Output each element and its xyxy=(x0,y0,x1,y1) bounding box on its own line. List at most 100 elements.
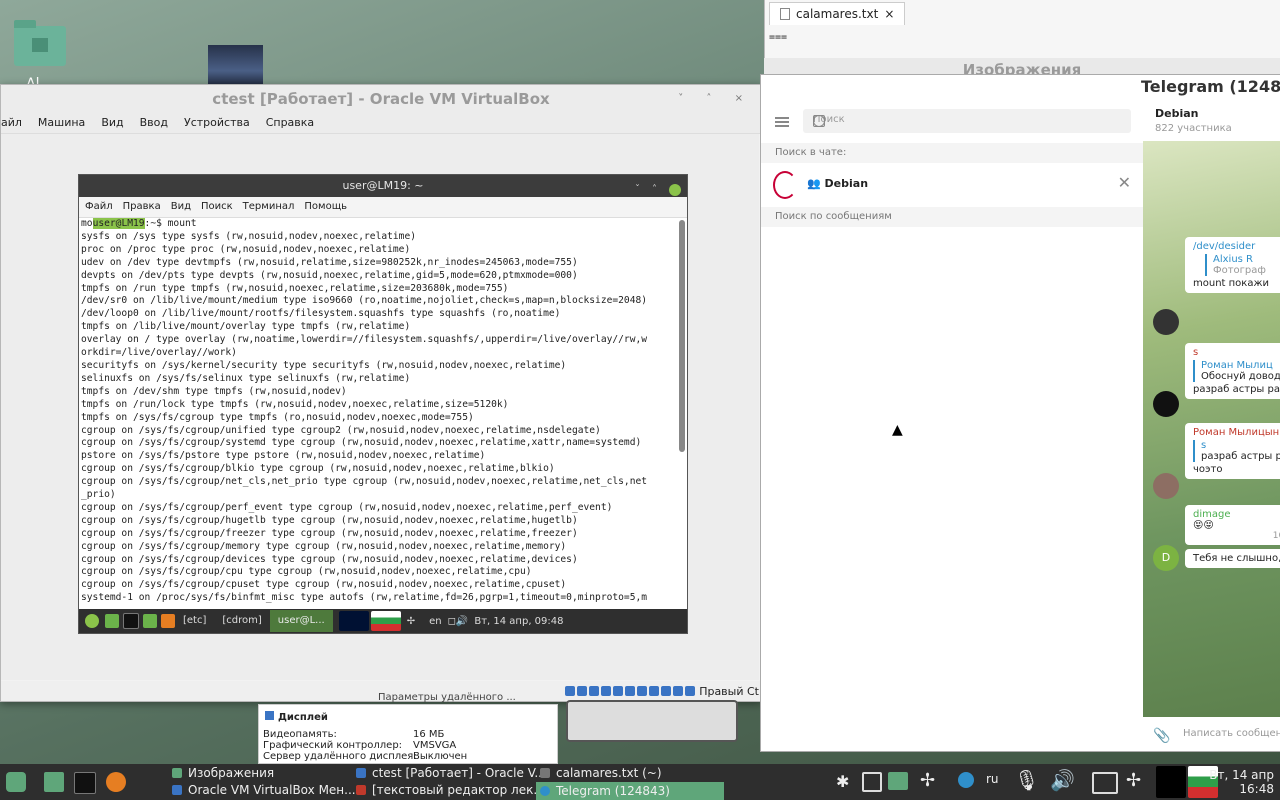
files-icon[interactable] xyxy=(888,772,908,790)
virtualbox-icon xyxy=(356,768,366,778)
network-icon[interactable]: ✢ xyxy=(407,616,415,627)
task-vbox-manager[interactable]: Oracle VM VirtualBox Мен... xyxy=(172,783,356,797)
message-bubble[interactable]: Тебя не слышно, xyxy=(1185,549,1280,568)
menu-machine[interactable]: Машина xyxy=(38,113,85,133)
guest-task-terminal[interactable]: user@L... xyxy=(269,610,333,632)
message-text: mount покажи xyxy=(1193,278,1269,289)
document-icon xyxy=(780,8,790,20)
folder-icon[interactable] xyxy=(44,772,64,792)
menu-input[interactable]: Ввод xyxy=(140,113,168,133)
menu-view[interactable]: Вид xyxy=(171,197,191,217)
cpu-graph-icon xyxy=(338,611,369,631)
close-icon[interactable]: × xyxy=(884,3,894,25)
network-icon[interactable] xyxy=(601,686,612,696)
terminal-output[interactable]: mouser@LM19:~$ mount sysfs on /sys type … xyxy=(79,218,679,608)
avatar[interactable] xyxy=(1153,473,1179,499)
hdd-icon[interactable] xyxy=(565,686,576,696)
terminal-line: /dev/sr0 on /lib/live/mount/medium type … xyxy=(81,295,648,307)
mint-menu-icon[interactable] xyxy=(85,614,99,628)
display-icon[interactable] xyxy=(637,686,648,696)
chat-header[interactable]: Debian 822 участника xyxy=(1143,99,1280,141)
task-images[interactable]: Изображения xyxy=(172,766,274,780)
shared-folder-icon[interactable] xyxy=(625,686,636,696)
terminal-icon[interactable] xyxy=(74,772,96,794)
info-value: VMSVGA xyxy=(413,740,457,751)
task-vbox-vm[interactable]: ctest [Работает] - Oracle V... xyxy=(356,766,546,780)
cpu-icon[interactable] xyxy=(661,686,672,696)
hamburger-menu-icon[interactable] xyxy=(775,115,789,129)
close-icon[interactable] xyxy=(669,184,681,196)
task-telegram[interactable]: Telegram (124843) xyxy=(536,782,724,800)
close-icon[interactable]: ✕ xyxy=(1118,173,1131,192)
desktop-image-icon[interactable] xyxy=(208,45,263,88)
message-bubble[interactable]: /dev/desider Alxius R Фотограф mount пока… xyxy=(1185,237,1280,293)
terminal-line: tmpfs on /dev/shm type tmpfs (rw,nosuid,… xyxy=(81,385,347,397)
message-bubble[interactable]: dimage 😝😝 16:1 xyxy=(1185,505,1280,545)
mouse-integration-icon[interactable] xyxy=(673,686,684,696)
mouse-cursor-icon: ▲ xyxy=(892,422,903,438)
terminal-icon[interactable] xyxy=(123,613,139,629)
keyboard-layout[interactable]: en xyxy=(429,616,442,627)
usb-icon[interactable] xyxy=(613,686,624,696)
reply-quote[interactable]: Alxius R Фотограф xyxy=(1205,254,1280,276)
menu-search[interactable]: Поиск xyxy=(201,197,233,217)
microphone-icon[interactable]: 🎙 xyxy=(1014,768,1039,792)
reply-quote[interactable]: s разраб астры ра xyxy=(1193,440,1280,462)
avatar[interactable] xyxy=(1153,391,1179,417)
mint-menu-icon[interactable] xyxy=(6,772,26,792)
telegram-window: Telegram (12484 Поиск Поиск в чате: 👥 De… xyxy=(760,74,1280,752)
menu-file[interactable]: айл xyxy=(1,113,22,133)
search-input[interactable]: Поиск xyxy=(803,109,1131,133)
terminal-scrollbar[interactable] xyxy=(679,220,685,452)
menu-devices[interactable]: Устройства xyxy=(184,113,250,133)
message-bubble[interactable]: Роман Мылицын s разраб астры ра чоэто xyxy=(1185,423,1280,479)
files-icon[interactable] xyxy=(143,614,157,628)
telegram-tray-icon[interactable] xyxy=(958,772,974,788)
vm-preview-thumbnail xyxy=(566,700,738,742)
menu-view[interactable]: Вид xyxy=(101,113,123,133)
minimize-icon[interactable]: ˇ xyxy=(635,179,640,201)
bluetooth-icon[interactable]: ✱ xyxy=(836,772,849,791)
guest-task-etc[interactable]: [etc] xyxy=(175,610,214,632)
calendar-icon[interactable] xyxy=(813,115,825,127)
menu-help[interactable]: Помощь xyxy=(304,197,347,217)
volume-icon[interactable]: ◻🔊 xyxy=(448,616,469,627)
reply-quote[interactable]: Роман Мылиц Обоснуй довод xyxy=(1193,360,1280,382)
cd-icon[interactable] xyxy=(577,686,588,696)
audio-icon[interactable] xyxy=(589,686,600,696)
attach-icon[interactable]: 📎 xyxy=(1153,728,1170,744)
task-calamares[interactable]: calamares.txt (~) xyxy=(540,766,662,780)
terminal-line: cgroup on /sys/fs/cgroup/unified type cg… xyxy=(81,424,601,436)
search-chat-filter[interactable]: 👥 Debian ✕ xyxy=(761,165,1143,203)
network-icon[interactable]: ✢ xyxy=(920,770,935,791)
terminal-title: user@LM19: ~ xyxy=(342,179,424,192)
message-bubble[interactable]: s Роман Мылиц Обоснуй довод разраб астры … xyxy=(1185,343,1280,399)
menu-terminal[interactable]: Терминал xyxy=(243,197,295,217)
screenshot-icon[interactable] xyxy=(862,772,882,792)
clock[interactable]: Вт, 14 апр 16:48 xyxy=(1209,768,1274,796)
firefox-icon[interactable] xyxy=(161,614,175,628)
keyboard-layout[interactable]: ru xyxy=(986,772,999,786)
menu-edit[interactable]: Правка xyxy=(123,197,161,217)
guest-task-cdrom[interactable]: [cdrom] xyxy=(214,610,269,632)
vm-details-display: Дисплей Видеопамять: 16 МБ Графический к… xyxy=(258,704,558,764)
maximize-icon[interactable]: ˄ xyxy=(652,179,657,201)
avatar[interactable]: D xyxy=(1153,545,1179,571)
home-folder-icon[interactable] xyxy=(14,20,66,66)
avatar[interactable] xyxy=(1153,309,1179,335)
message-input[interactable]: 📎 Написать сообщени xyxy=(1143,717,1280,751)
folder-icon[interactable] xyxy=(105,614,119,628)
guest-clock[interactable]: Вт, 14 апр, 09:48 xyxy=(474,616,563,627)
display-switch-icon[interactable] xyxy=(1092,772,1118,794)
task-text-editor[interactable]: [текстовый редактор лек... xyxy=(356,783,545,797)
editor-content[interactable]: === xyxy=(769,32,787,43)
network-icon[interactable]: ✢ xyxy=(1126,770,1141,791)
keyboard-icon[interactable] xyxy=(685,686,696,696)
volume-icon[interactable]: 🔊 xyxy=(1050,768,1075,792)
menu-file[interactable]: Файл xyxy=(85,197,113,217)
menu-help[interactable]: Справка xyxy=(266,113,314,133)
tab-calamares[interactable]: calamares.txt × xyxy=(769,2,906,25)
recording-icon[interactable] xyxy=(649,686,660,696)
window-controls[interactable]: ˅ ˄ × xyxy=(678,93,753,104)
firefox-icon[interactable] xyxy=(106,772,126,792)
